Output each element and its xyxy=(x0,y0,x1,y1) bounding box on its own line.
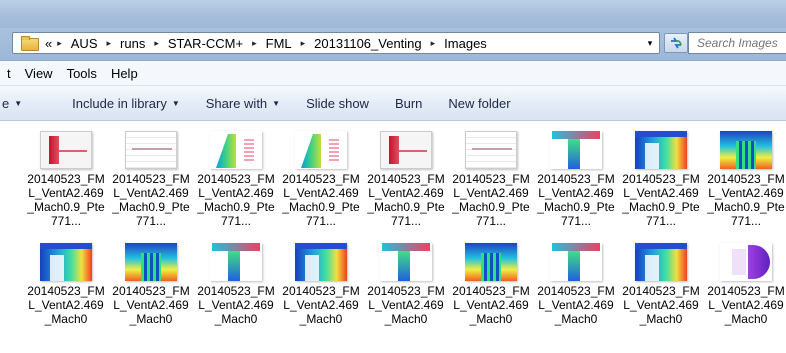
window-title-bar xyxy=(0,0,786,28)
file-grid: 20140523_FML_VentA2.469_Mach0.9_Pte771..… xyxy=(26,129,786,353)
image-thumbnail xyxy=(635,243,687,281)
breadcrumb-separator-icon[interactable]: ▸ xyxy=(247,38,262,49)
file-name: 20140523_FML_VentA2.469_Mach0.9_Pte771..… xyxy=(367,172,445,228)
file-item[interactable]: 20140523_FML_VentA2.469_Mach0.9_Pte771..… xyxy=(26,129,106,241)
file-item[interactable]: 20140523_FML_VentA2.469_Mach0 xyxy=(451,241,531,353)
file-item[interactable]: 20140523_FML_VentA2.469_Mach0.9_Pte771..… xyxy=(281,129,361,241)
file-item[interactable]: 20140523_FML_VentA2.469_Mach0 xyxy=(536,241,616,353)
file-name: 20140523_FML_VentA2.469_Mach0 xyxy=(537,284,615,326)
image-thumbnail xyxy=(40,131,92,169)
image-thumbnail xyxy=(295,243,347,281)
breadcrumb-separator-icon[interactable]: ▸ xyxy=(52,38,67,49)
share-with-label: Share with xyxy=(205,95,268,111)
image-thumbnail xyxy=(635,131,687,169)
file-name: 20140523_FML_VentA2.469_Mach0 xyxy=(112,284,190,326)
image-thumbnail xyxy=(210,131,262,169)
address-bar[interactable]: « ▸ AUS ▸ runs ▸ STAR-CCM+ ▸ FML ▸ 20131… xyxy=(12,32,660,54)
file-item[interactable]: 20140523_FML_VentA2.469_Mach0.9_Pte771..… xyxy=(536,129,616,241)
file-name: 20140523_FML_VentA2.469_Mach0.9_Pte771..… xyxy=(27,172,105,228)
new-folder-button[interactable]: New folder xyxy=(434,96,522,111)
menu-item-help[interactable]: Help xyxy=(104,66,145,81)
image-thumbnail xyxy=(125,243,177,281)
file-name: 20140523_FML_VentA2.469_Mach0 xyxy=(707,284,785,326)
chevron-down-icon: ▼ xyxy=(272,98,281,108)
menu-item-edit-partial[interactable]: t xyxy=(0,66,18,81)
organize-label: e xyxy=(2,95,10,111)
file-item[interactable]: 20140523_FML_VentA2.469_Mach0.9_Pte771..… xyxy=(111,129,191,241)
folder-icon xyxy=(21,36,39,51)
file-item[interactable]: 20140523_FML_VentA2.469_Mach0.9_Pte771..… xyxy=(366,129,446,241)
breadcrumb-runs[interactable]: runs xyxy=(116,36,149,51)
file-item[interactable]: 20140523_FML_VentA2.469_Mach0 xyxy=(111,241,191,353)
file-name: 20140523_FML_VentA2.469_Mach0.9_Pte771..… xyxy=(707,172,785,228)
slide-show-button[interactable]: Slide show xyxy=(292,96,381,111)
image-thumbnail xyxy=(295,131,347,169)
breadcrumb-images[interactable]: Images xyxy=(440,36,491,51)
breadcrumb-fml[interactable]: FML xyxy=(262,36,296,51)
file-name: 20140523_FML_VentA2.469_Mach0.9_Pte771..… xyxy=(112,172,190,228)
image-thumbnail xyxy=(465,131,517,169)
breadcrumb-star-ccm[interactable]: STAR-CCM+ xyxy=(164,36,247,51)
file-item[interactable]: 20140523_FML_VentA2.469_Mach0 xyxy=(706,241,786,353)
address-toolbar: « ▸ AUS ▸ runs ▸ STAR-CCM+ ▸ FML ▸ 20131… xyxy=(0,28,786,61)
organize-button[interactable]: e ▼ xyxy=(0,96,34,111)
refresh-icon xyxy=(671,37,682,49)
breadcrumb-separator-icon[interactable]: ▸ xyxy=(296,38,311,49)
file-item[interactable]: 20140523_FML_VentA2.469_Mach0.9_Pte771..… xyxy=(706,129,786,241)
image-thumbnail xyxy=(380,243,432,281)
image-thumbnail xyxy=(465,243,517,281)
file-name: 20140523_FML_VentA2.469_Mach0.9_Pte771..… xyxy=(452,172,530,228)
file-item[interactable]: 20140523_FML_VentA2.469_Mach0 xyxy=(281,241,361,353)
file-name: 20140523_FML_VentA2.469_Mach0 xyxy=(367,284,445,326)
command-bar: e ▼ Include in library ▼ Share with ▼ Sl… xyxy=(0,86,786,121)
file-name: 20140523_FML_VentA2.469_Mach0 xyxy=(197,284,275,326)
image-thumbnail xyxy=(550,131,602,169)
breadcrumb-separator-icon[interactable]: ▸ xyxy=(102,38,117,49)
file-name: 20140523_FML_VentA2.469_Mach0 xyxy=(282,284,360,326)
chevron-down-icon: ▼ xyxy=(171,98,180,108)
include-in-library-button[interactable]: Include in library ▼ xyxy=(34,96,192,111)
breadcrumb-overflow-button[interactable]: « xyxy=(45,36,52,51)
share-with-button[interactable]: Share with ▼ xyxy=(192,96,292,111)
image-thumbnail xyxy=(125,131,177,169)
image-thumbnail xyxy=(40,243,92,281)
refresh-button[interactable] xyxy=(664,33,688,53)
file-item[interactable]: 20140523_FML_VentA2.469_Mach0 xyxy=(366,241,446,353)
file-item[interactable]: 20140523_FML_VentA2.469_Mach0.9_Pte771..… xyxy=(451,129,531,241)
search-input[interactable] xyxy=(688,32,786,54)
breadcrumb-separator-icon[interactable]: ▸ xyxy=(149,38,164,49)
breadcrumb-venting[interactable]: 20131106_Venting xyxy=(310,36,425,51)
chevron-down-icon: ▼ xyxy=(14,98,23,108)
file-name: 20140523_FML_VentA2.469_Mach0 xyxy=(452,284,530,326)
file-name: 20140523_FML_VentA2.469_Mach0 xyxy=(27,284,105,326)
file-name: 20140523_FML_VentA2.469_Mach0.9_Pte771..… xyxy=(282,172,360,228)
file-name: 20140523_FML_VentA2.469_Mach0.9_Pte771..… xyxy=(622,172,700,228)
include-in-library-label: Include in library xyxy=(72,95,167,111)
image-thumbnail xyxy=(210,243,262,281)
file-item[interactable]: 20140523_FML_VentA2.469_Mach0 xyxy=(621,241,701,353)
menu-item-view[interactable]: View xyxy=(18,66,60,81)
menu-item-tools[interactable]: Tools xyxy=(60,66,104,81)
menu-bar: t View Tools Help xyxy=(0,61,786,86)
file-item[interactable]: 20140523_FML_VentA2.469_Mach0.9_Pte771..… xyxy=(621,129,701,241)
image-thumbnail xyxy=(550,243,602,281)
image-thumbnail xyxy=(720,131,772,169)
file-name: 20140523_FML_VentA2.469_Mach0.9_Pte771..… xyxy=(537,172,615,228)
breadcrumb-aus[interactable]: AUS xyxy=(67,36,102,51)
image-thumbnail xyxy=(720,243,772,281)
breadcrumb-separator-icon[interactable]: ▸ xyxy=(426,38,441,49)
file-item[interactable]: 20140523_FML_VentA2.469_Mach0 xyxy=(196,241,276,353)
file-name: 20140523_FML_VentA2.469_Mach0 xyxy=(622,284,700,326)
file-name: 20140523_FML_VentA2.469_Mach0.9_Pte771..… xyxy=(197,172,275,228)
address-dropdown-icon[interactable]: ▾ xyxy=(641,33,659,53)
file-item[interactable]: 20140523_FML_VentA2.469_Mach0.9_Pte771..… xyxy=(196,129,276,241)
image-thumbnail xyxy=(380,131,432,169)
file-item[interactable]: 20140523_FML_VentA2.469_Mach0 xyxy=(26,241,106,353)
burn-button[interactable]: Burn xyxy=(381,96,434,111)
file-list-pane: 20140523_FML_VentA2.469_Mach0.9_Pte771..… xyxy=(0,121,786,326)
